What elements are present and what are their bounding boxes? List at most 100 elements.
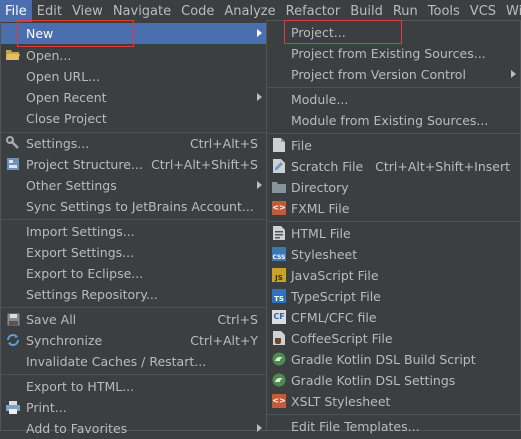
menu-item-label: Edit File Templates... — [291, 419, 420, 434]
menu-separator — [1, 374, 266, 375]
menu-item-label: FXML File — [291, 201, 350, 216]
menu-item-directory[interactable]: Directory — [267, 177, 520, 198]
menu-item-project-existing[interactable]: Project from Existing Sources... — [267, 43, 520, 64]
menu-item-gradle-kotlin-build[interactable]: Gradle Kotlin DSL Build Script — [267, 349, 520, 370]
shortcut-label: Ctrl+Alt+Shift+Insert — [375, 159, 510, 174]
menu-item-gradle-kotlin-settings[interactable]: Gradle Kotlin DSL Settings — [267, 370, 520, 391]
menu-item-import-settings[interactable]: Import Settings... — [1, 221, 266, 242]
submenu-arrow-icon — [511, 70, 516, 78]
menu-item-label: Close Project — [26, 111, 107, 126]
submenu-arrow-icon — [257, 93, 262, 101]
html-file-icon — [272, 226, 286, 240]
project-structure-icon — [6, 157, 20, 171]
menu-item-export-html[interactable]: Export to HTML... — [1, 376, 266, 397]
menu-item-label: Gradle Kotlin DSL Build Script — [291, 352, 476, 367]
menu-item-open-url[interactable]: Open URL... — [1, 66, 266, 87]
menu-item-label: JavaScript File — [291, 268, 379, 283]
menu-item-stylesheet[interactable]: CSS Stylesheet — [267, 244, 520, 265]
menubar-file[interactable]: File — [0, 0, 32, 23]
menu-item-label: Invalidate Caches / Restart... — [26, 354, 207, 369]
menu-item-label: CoffeeScript File — [291, 331, 393, 346]
menu-item-other-settings[interactable]: Other Settings — [1, 175, 266, 196]
menu-item-export-eclipse[interactable]: Export to Eclipse... — [1, 263, 266, 284]
menu-item-add-favorites[interactable]: Add to Favorites — [1, 418, 266, 439]
menu-item-label: CFML/CFC file — [291, 310, 377, 325]
menu-item-javascript-file[interactable]: JS JavaScript File — [267, 265, 520, 286]
menu-item-label: Scratch File — [291, 159, 364, 174]
menu-item-html-file[interactable]: HTML File — [267, 223, 520, 244]
menu-item-coffeescript-file[interactable]: CoffeeScript File — [267, 328, 520, 349]
menu-item-typescript-file[interactable]: TS TypeScript File — [267, 286, 520, 307]
shortcut-label: Ctrl+Alt+Shift+S — [151, 157, 258, 172]
gradle-icon — [272, 352, 286, 366]
menu-item-invalidate-caches[interactable]: Invalidate Caches / Restart... — [1, 351, 266, 372]
menu-item-close-project[interactable]: Close Project — [1, 108, 266, 129]
menu-item-open[interactable]: Open... — [1, 45, 266, 66]
typescript-file-icon: TS — [272, 289, 286, 303]
gradle-icon — [272, 373, 286, 387]
menu-item-edit-file-templates[interactable]: Edit File Templates... — [267, 416, 520, 437]
menubar-view[interactable]: View — [67, 0, 108, 23]
menu-item-project-structure[interactable]: Project Structure... Ctrl+Alt+Shift+S — [1, 154, 266, 175]
menu-item-fxml-file[interactable]: <> FXML File — [267, 198, 520, 219]
menu-item-label: Module... — [291, 92, 349, 107]
menu-item-scratch-file[interactable]: Scratch File Ctrl+Alt+Shift+Insert — [267, 156, 520, 177]
menu-item-label: Project... — [291, 25, 346, 40]
menu-item-label: Project from Existing Sources... — [291, 46, 486, 61]
menu-item-label: Settings... — [26, 136, 90, 151]
submenu-arrow-icon — [257, 181, 262, 189]
menu-item-synchronize[interactable]: Synchronize Ctrl+Alt+Y — [1, 330, 266, 351]
menu-item-label: Import Settings... — [26, 224, 135, 239]
menu-item-label: TypeScript File — [291, 289, 381, 304]
menu-item-project[interactable]: Project... — [267, 22, 520, 43]
menubar-edit[interactable]: Edit — [32, 0, 67, 23]
fxml-file-icon: <> — [272, 201, 286, 215]
printer-icon — [6, 400, 20, 414]
menu-separator — [267, 133, 520, 134]
menu-item-export-settings[interactable]: Export Settings... — [1, 242, 266, 263]
menu-separator — [1, 219, 266, 220]
menu-item-new[interactable]: New — [1, 23, 266, 44]
css-file-icon: CSS — [272, 247, 286, 261]
menu-item-label: Other Settings — [26, 178, 117, 193]
menubar-navigate[interactable]: Navigate — [108, 0, 176, 23]
menubar-code[interactable]: Code — [176, 0, 219, 23]
menu-separator — [267, 414, 520, 415]
coffeescript-file-icon — [272, 331, 286, 345]
menu-separator — [267, 221, 520, 222]
file-icon — [272, 138, 286, 152]
submenu-arrow-icon — [257, 29, 262, 37]
menu-item-label: Open URL... — [26, 69, 101, 84]
menu-item-label: File — [291, 138, 312, 153]
menu-item-cfml-file[interactable]: CF CFML/CFC file — [267, 307, 520, 328]
menu-item-label: Module from Existing Sources... — [291, 113, 489, 128]
folder-open-icon — [6, 48, 20, 62]
menu-item-label: HTML File — [291, 226, 351, 241]
save-icon — [6, 312, 20, 326]
menu-item-label: Directory — [291, 180, 349, 195]
menu-item-module[interactable]: Module... — [267, 89, 520, 110]
menu-item-print[interactable]: Print... — [1, 397, 266, 418]
menu-item-file[interactable]: File — [267, 135, 520, 156]
menu-item-project-vcs[interactable]: Project from Version Control — [267, 64, 520, 85]
menu-item-label: Gradle Kotlin DSL Settings — [291, 373, 456, 388]
menu-item-open-recent[interactable]: Open Recent — [1, 87, 266, 108]
menu-item-sync-settings[interactable]: Sync Settings to JetBrains Account... — [1, 196, 266, 217]
javascript-file-icon: JS — [272, 268, 286, 282]
cfml-file-icon: CF — [272, 310, 286, 324]
menu-item-module-existing[interactable]: Module from Existing Sources... — [267, 110, 520, 131]
menu-item-label: Export to Eclipse... — [26, 266, 144, 281]
menu-item-label: Synchronize — [26, 333, 103, 348]
file-menu: New Open... Open URL... Open Recent Clos… — [0, 22, 267, 436]
menu-item-save-all[interactable]: Save All Ctrl+S — [1, 309, 266, 330]
wrench-icon — [6, 136, 20, 150]
menu-item-settings-repository[interactable]: Settings Repository... — [1, 284, 266, 305]
menu-item-label: Settings Repository... — [26, 287, 158, 302]
menu-item-label: Open Recent — [26, 90, 107, 105]
menu-item-xslt-stylesheet[interactable]: <> XSLT Stylesheet — [267, 391, 520, 412]
menu-item-label: Export Settings... — [26, 245, 135, 260]
new-submenu: Project... Project from Existing Sources… — [266, 20, 521, 434]
sync-icon — [6, 333, 20, 347]
menu-item-settings[interactable]: Settings... Ctrl+Alt+S — [1, 133, 266, 154]
menu-item-label: Save All — [26, 312, 77, 327]
